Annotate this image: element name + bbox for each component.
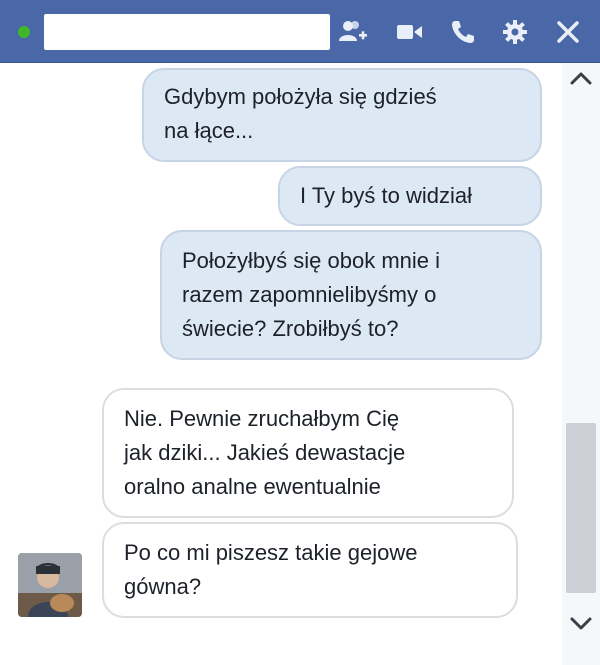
message-line: Gdybym położyła się gdzieś — [164, 84, 437, 109]
message-line: Położyłbyś się obok mnie i — [182, 248, 441, 273]
message-line: świecie? Zrobiłbyś to? — [182, 316, 399, 341]
message-bubble-outgoing: Gdybym położyła się gdzieś na łące... — [142, 68, 542, 162]
message-line: jak dziki... Jakieś dewastacje — [124, 440, 406, 465]
message-bubble-outgoing: I Ty byś to widział — [278, 166, 542, 226]
video-call-icon[interactable] — [394, 17, 424, 47]
message-line: Nie. Pewnie zruchałbym Cię — [124, 406, 400, 431]
add-friend-icon[interactable] — [338, 17, 368, 47]
avatar[interactable] — [18, 553, 82, 617]
scrollbar[interactable] — [562, 63, 600, 665]
message-line: razem zapomnielibyśmy o — [182, 282, 437, 307]
online-status-dot — [18, 26, 30, 38]
message-list: Gdybym położyła się gdzieś na łące... I … — [0, 63, 562, 665]
message-line: Po co mi piszesz takie gejowe — [124, 540, 418, 565]
chevron-up-icon[interactable] — [569, 67, 593, 91]
chevron-down-icon[interactable] — [569, 611, 593, 635]
contact-name[interactable] — [44, 14, 330, 50]
chat-header — [0, 0, 600, 63]
message-line: na łące... — [164, 118, 254, 143]
message-line: gówna? — [124, 574, 202, 599]
message-line: oralno analne ewentualnie — [124, 474, 381, 499]
message-line: I Ty byś to widział — [300, 183, 472, 208]
message-bubble-incoming: Nie. Pewnie zruchałbym Cię jak dziki... … — [102, 388, 514, 518]
message-bubble-outgoing: Położyłbyś się obok mnie i razem zapomni… — [160, 230, 542, 360]
scrollbar-thumb[interactable] — [566, 423, 596, 593]
message-bubble-incoming: Po co mi piszesz takie gejowe gówna? — [102, 522, 518, 618]
close-icon[interactable] — [553, 17, 583, 47]
gear-icon[interactable] — [500, 17, 530, 47]
phone-icon[interactable] — [448, 17, 478, 47]
